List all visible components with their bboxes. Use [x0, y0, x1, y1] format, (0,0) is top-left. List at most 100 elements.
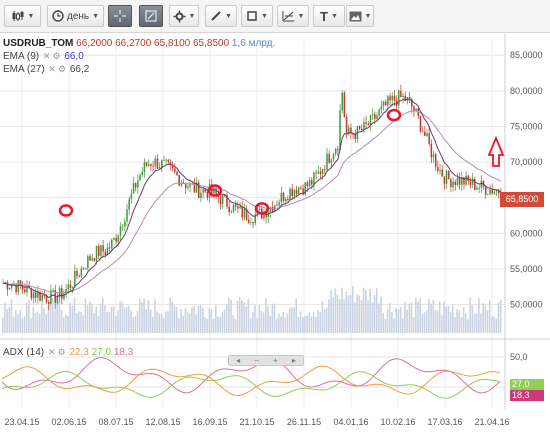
text-tool-button[interactable]: T ▼ — [313, 5, 345, 27]
candle-body — [293, 190, 296, 196]
fibonacci-tool-button[interactable]: ▼ — [277, 5, 309, 27]
close-icon[interactable]: ✕ — [43, 51, 51, 61]
zoom-controls[interactable]: ◂ – + ▸ — [228, 355, 304, 366]
image-tool-button[interactable]: ▼ — [346, 5, 374, 27]
volume-bar — [338, 299, 341, 333]
candle-body — [319, 171, 322, 175]
scroll-right-icon[interactable]: ▸ — [292, 356, 296, 365]
chart-area[interactable]: 85,000080,000075,000070,000065,000060,00… — [0, 33, 550, 429]
volume-bar — [462, 307, 465, 333]
volume-bar — [252, 312, 254, 333]
volume-bar — [141, 302, 143, 333]
volume-bar — [60, 309, 63, 333]
candle-body — [250, 222, 252, 223]
volume-bar — [367, 300, 369, 333]
zoom-in-icon[interactable]: + — [273, 356, 278, 365]
volume-bar — [171, 301, 174, 333]
settings-button[interactable]: ▼ — [169, 5, 199, 27]
price-chart[interactable]: 85,000080,000075,000070,000065,000060,00… — [0, 33, 550, 429]
volume-bar — [123, 307, 126, 333]
volume-bar — [419, 298, 421, 333]
volume-bar — [93, 312, 95, 333]
volume-bar — [352, 285, 354, 333]
volume-bar — [358, 295, 361, 333]
volume-bar — [156, 311, 158, 333]
candle-body — [102, 245, 104, 252]
volume-bar — [199, 304, 202, 333]
volume-bar — [258, 305, 261, 333]
volume-bar — [80, 311, 82, 333]
gear-icon — [173, 10, 186, 22]
volume-bar — [91, 303, 93, 333]
candle-body — [252, 222, 254, 223]
candle-body — [389, 96, 391, 101]
volume-bar — [467, 318, 469, 333]
candle-body — [93, 258, 96, 261]
volume-bar — [167, 311, 169, 333]
volume-bar — [108, 311, 111, 333]
ema27-value: 66,2 — [69, 64, 90, 75]
volume-bar — [36, 311, 39, 333]
candle-body — [315, 172, 317, 174]
crosshair-button[interactable] — [108, 5, 132, 27]
volume-bar — [299, 311, 302, 333]
candle-body — [361, 128, 363, 131]
volume-bar — [219, 317, 221, 333]
candle-body — [176, 171, 178, 176]
gear-icon[interactable]: ⚙ — [52, 51, 60, 61]
volume-bar — [188, 313, 191, 333]
volume-bar — [441, 315, 443, 333]
ema27-label: EMA (27) — [3, 64, 45, 75]
candle-body — [387, 96, 389, 106]
price-tick-label: 85,0000 — [510, 50, 543, 60]
candle-body — [47, 301, 50, 305]
volume-bar — [384, 318, 387, 333]
volume-bar — [88, 301, 91, 333]
date-tick-label: 23.04.15 — [4, 417, 39, 427]
gear-icon[interactable]: ⚙ — [58, 64, 66, 74]
candle-body — [141, 171, 143, 176]
clock-icon — [52, 10, 64, 22]
date-tick-label: 08.07.15 — [98, 417, 133, 427]
shape-tool-button[interactable]: ▼ — [241, 5, 273, 27]
candle-body — [143, 162, 146, 172]
close-icon[interactable]: ✕ — [48, 347, 56, 357]
volume-bar — [304, 315, 306, 333]
volume-bar — [428, 299, 430, 333]
plus-di-tag: 27,0 — [510, 379, 544, 390]
draw-tool-button[interactable]: ▼ — [205, 5, 237, 27]
ruler-button[interactable] — [139, 5, 163, 27]
candle-body — [474, 178, 476, 190]
volume-bar — [197, 306, 200, 333]
candle-body — [313, 172, 315, 185]
volume-bar — [28, 300, 30, 333]
volume-bar — [460, 317, 463, 333]
close-icon[interactable]: ✕ — [48, 64, 56, 74]
gear-icon[interactable]: ⚙ — [57, 347, 65, 357]
candle-body — [95, 246, 98, 261]
period-button[interactable]: день ▼ — [47, 5, 104, 27]
volume-bar — [356, 294, 358, 333]
zoom-out-icon[interactable]: – — [254, 356, 258, 365]
chevron-down-icon: ▼ — [261, 12, 268, 20]
toolbar: ▼ день ▼ ▼ ▼ ▼ ▼ T ▼ ▼ — [0, 0, 550, 33]
candle-body — [408, 97, 411, 99]
scroll-left-icon[interactable]: ◂ — [236, 356, 240, 365]
candle-body — [80, 268, 83, 277]
candle-body — [71, 286, 74, 288]
candle-body — [489, 189, 491, 195]
volume-bar — [145, 309, 148, 333]
chart-type-button[interactable]: ▼ — [4, 5, 41, 27]
volume-bar — [191, 307, 193, 333]
candle-body — [384, 101, 387, 106]
volume-bar — [104, 305, 106, 333]
volume-bar — [280, 316, 282, 333]
volume-bar — [443, 301, 445, 333]
candle-body — [104, 251, 107, 255]
volume-value: 1,6 млрд. — [231, 38, 276, 49]
volume-bar — [491, 316, 493, 333]
volume-bar — [425, 310, 428, 333]
volume-bar — [415, 297, 417, 333]
candle-body — [52, 290, 54, 291]
price-panel — [0, 33, 550, 333]
